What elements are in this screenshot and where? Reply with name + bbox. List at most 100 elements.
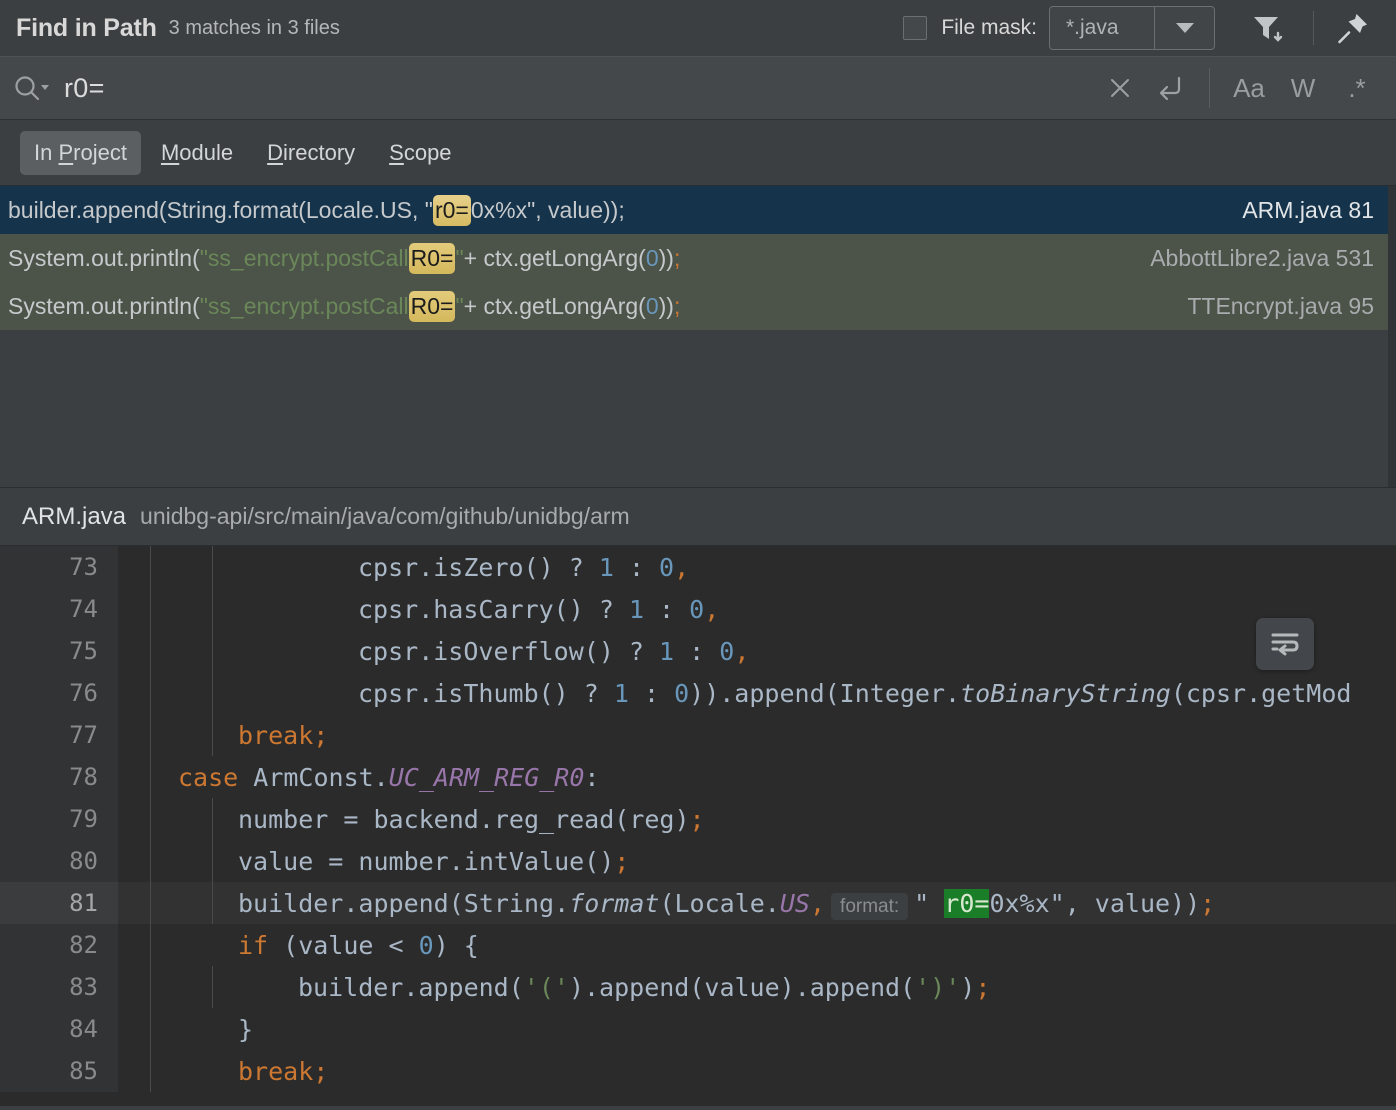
clear-search-button[interactable] (1095, 56, 1145, 120)
code-token: 0 (674, 678, 690, 708)
search-results-list[interactable]: builder.append(String.format(Locale.US, … (0, 186, 1396, 488)
inlay-hint: format: (831, 892, 909, 920)
return-arrow-icon (1159, 76, 1181, 101)
code-token: ArmConst. (253, 762, 389, 792)
code-token: break (238, 1056, 314, 1086)
tab-scope[interactable]: Scope (375, 131, 465, 175)
result-code-token: "ss_encrypt.postCall (199, 244, 409, 271)
page-title: Find in Path (16, 13, 157, 42)
indent-guide (150, 756, 151, 798)
line-number: 83 (0, 966, 118, 1008)
words-toggle[interactable]: W (1274, 56, 1332, 120)
code-line-content: value = number.intValue(); (118, 840, 1396, 882)
code-tokens: builder.append(String.format(Locale.US, f… (238, 888, 1216, 920)
file-mask-combobox[interactable]: *.java (1049, 6, 1215, 50)
code-token: '(' (523, 972, 569, 1002)
tab-in-project-post: roject (73, 139, 127, 165)
code-token: cpsr.isThumb() ? (358, 678, 614, 708)
code-token: : (584, 762, 600, 792)
tab-scope-mnemonic: S (389, 139, 404, 165)
pin-button[interactable] (1328, 6, 1378, 50)
regex-toggle[interactable]: .* (1332, 56, 1382, 120)
result-code-token: + ctx.getLongArg( (463, 292, 646, 319)
code-line-content: break; (118, 1050, 1396, 1092)
code-line-content: break; (118, 714, 1396, 756)
indent-guide (212, 672, 213, 714)
file-mask-checkbox[interactable] (903, 16, 928, 40)
code-token: cpsr.isZero() ? (358, 552, 599, 582)
code-token: " (914, 888, 945, 918)
code-line-content: builder.append('(').append(value).append… (118, 966, 1396, 1008)
tab-directory[interactable]: Directory (253, 131, 369, 175)
code-token: 1 (598, 552, 614, 582)
result-code-token: 0 (645, 244, 659, 271)
code-line-content: builder.append(String.format(Locale.US, f… (118, 882, 1396, 924)
code-token: )).append(Integer. (689, 678, 961, 708)
scope-tabs: In Project Module Directory Scope (0, 120, 1396, 186)
preview-file-name: ARM.java (22, 502, 127, 530)
code-line-content: cpsr.isThumb() ? 1 : 0)).append(Integer.… (118, 672, 1396, 714)
indent-guide (212, 546, 213, 588)
code-tokens: value = number.intValue(); (238, 847, 629, 876)
code-tokens: number = backend.reg_read(reg); (238, 805, 705, 834)
code-token: 0 (659, 552, 675, 582)
search-icon-button[interactable] (12, 73, 58, 103)
file-mask-dropdown-button[interactable] (1154, 7, 1214, 49)
tab-directory-post: irectory (283, 139, 356, 165)
line-number: 81 (0, 882, 118, 924)
code-token: ')' (915, 972, 961, 1002)
code-token: number = backend.reg_read(reg) (238, 804, 690, 834)
dialog-title-bar: Find in Path 3 matches in 3 files File m… (0, 0, 1396, 56)
results-scrollbar[interactable] (1388, 186, 1396, 487)
indent-guide (150, 714, 151, 756)
result-row[interactable]: builder.append(String.format(Locale.US, … (0, 186, 1396, 234)
code-preview-editor[interactable]: 73 cpsr.isZero() ? 1 : 0, 74 cpsr.hasCarry(… (0, 546, 1396, 1106)
result-code-token: builder.append(String.format(Locale.US, … (8, 196, 433, 223)
result-code-token: System.out.println( (8, 244, 200, 271)
indent-guide (212, 840, 213, 882)
search-options-divider (1209, 68, 1210, 108)
result-row[interactable]: System.out.println("ss_encrypt.postCall … (0, 234, 1396, 282)
search-input[interactable]: r0= (64, 73, 105, 104)
indent-guide (150, 1008, 151, 1050)
code-token: US (779, 888, 810, 918)
line-number: 78 (0, 756, 118, 798)
code-tokens: cpsr.isOverflow() ? 1 : 0, (358, 637, 749, 666)
filter-button[interactable] (1237, 6, 1299, 50)
tab-module[interactable]: Module (147, 131, 247, 175)
pin-icon (1338, 14, 1367, 44)
code-token: 0 (689, 594, 705, 624)
code-token: format (569, 888, 660, 918)
code-token: (cpsr.getMod (1170, 678, 1352, 708)
match-count-label: 3 matches in 3 files (168, 16, 340, 39)
indent-guide (150, 840, 151, 882)
line-number: 85 (0, 1050, 118, 1092)
result-row[interactable]: System.out.println("ss_encrypt.postCall … (0, 282, 1396, 330)
result-code-token: System.out.println( (8, 292, 200, 319)
tab-in-project-pre: In (34, 139, 59, 165)
file-mask-input[interactable]: *.java (1050, 7, 1154, 49)
code-line: 79 number = backend.reg_read(reg); (0, 798, 1396, 840)
tab-in-project[interactable]: In Project (20, 130, 141, 175)
indent-guide (212, 798, 213, 840)
tab-scope-post: cope (403, 139, 452, 165)
code-line: 78 case ArmConst.UC_ARM_REG_R0: (0, 756, 1396, 798)
code-token: ; (1200, 888, 1216, 918)
indent-guide (212, 966, 213, 1008)
result-match-highlight: R0= (408, 290, 456, 322)
chevron-down-icon (1175, 23, 1194, 33)
code-token: ; (614, 846, 630, 876)
code-line: 73 cpsr.isZero() ? 1 : 0, (0, 546, 1396, 588)
new-line-button[interactable] (1145, 56, 1195, 120)
code-tokens: if (value < 0) { (238, 931, 479, 960)
code-token: (Locale. (659, 888, 780, 918)
code-line: 85 break; (0, 1050, 1396, 1092)
code-token: ).append(value).append( (568, 972, 916, 1002)
code-line: 75 cpsr.isOverflow() ? 1 : 0, (0, 630, 1396, 672)
match-case-toggle[interactable]: Aa (1224, 56, 1274, 120)
code-token: , (704, 594, 720, 624)
indent-guide (150, 672, 151, 714)
code-tokens: cpsr.isZero() ? 1 : 0, (358, 553, 689, 582)
code-token: ; (313, 1056, 329, 1086)
result-code-snippet: System.out.println("ss_encrypt.postCall … (8, 290, 680, 322)
